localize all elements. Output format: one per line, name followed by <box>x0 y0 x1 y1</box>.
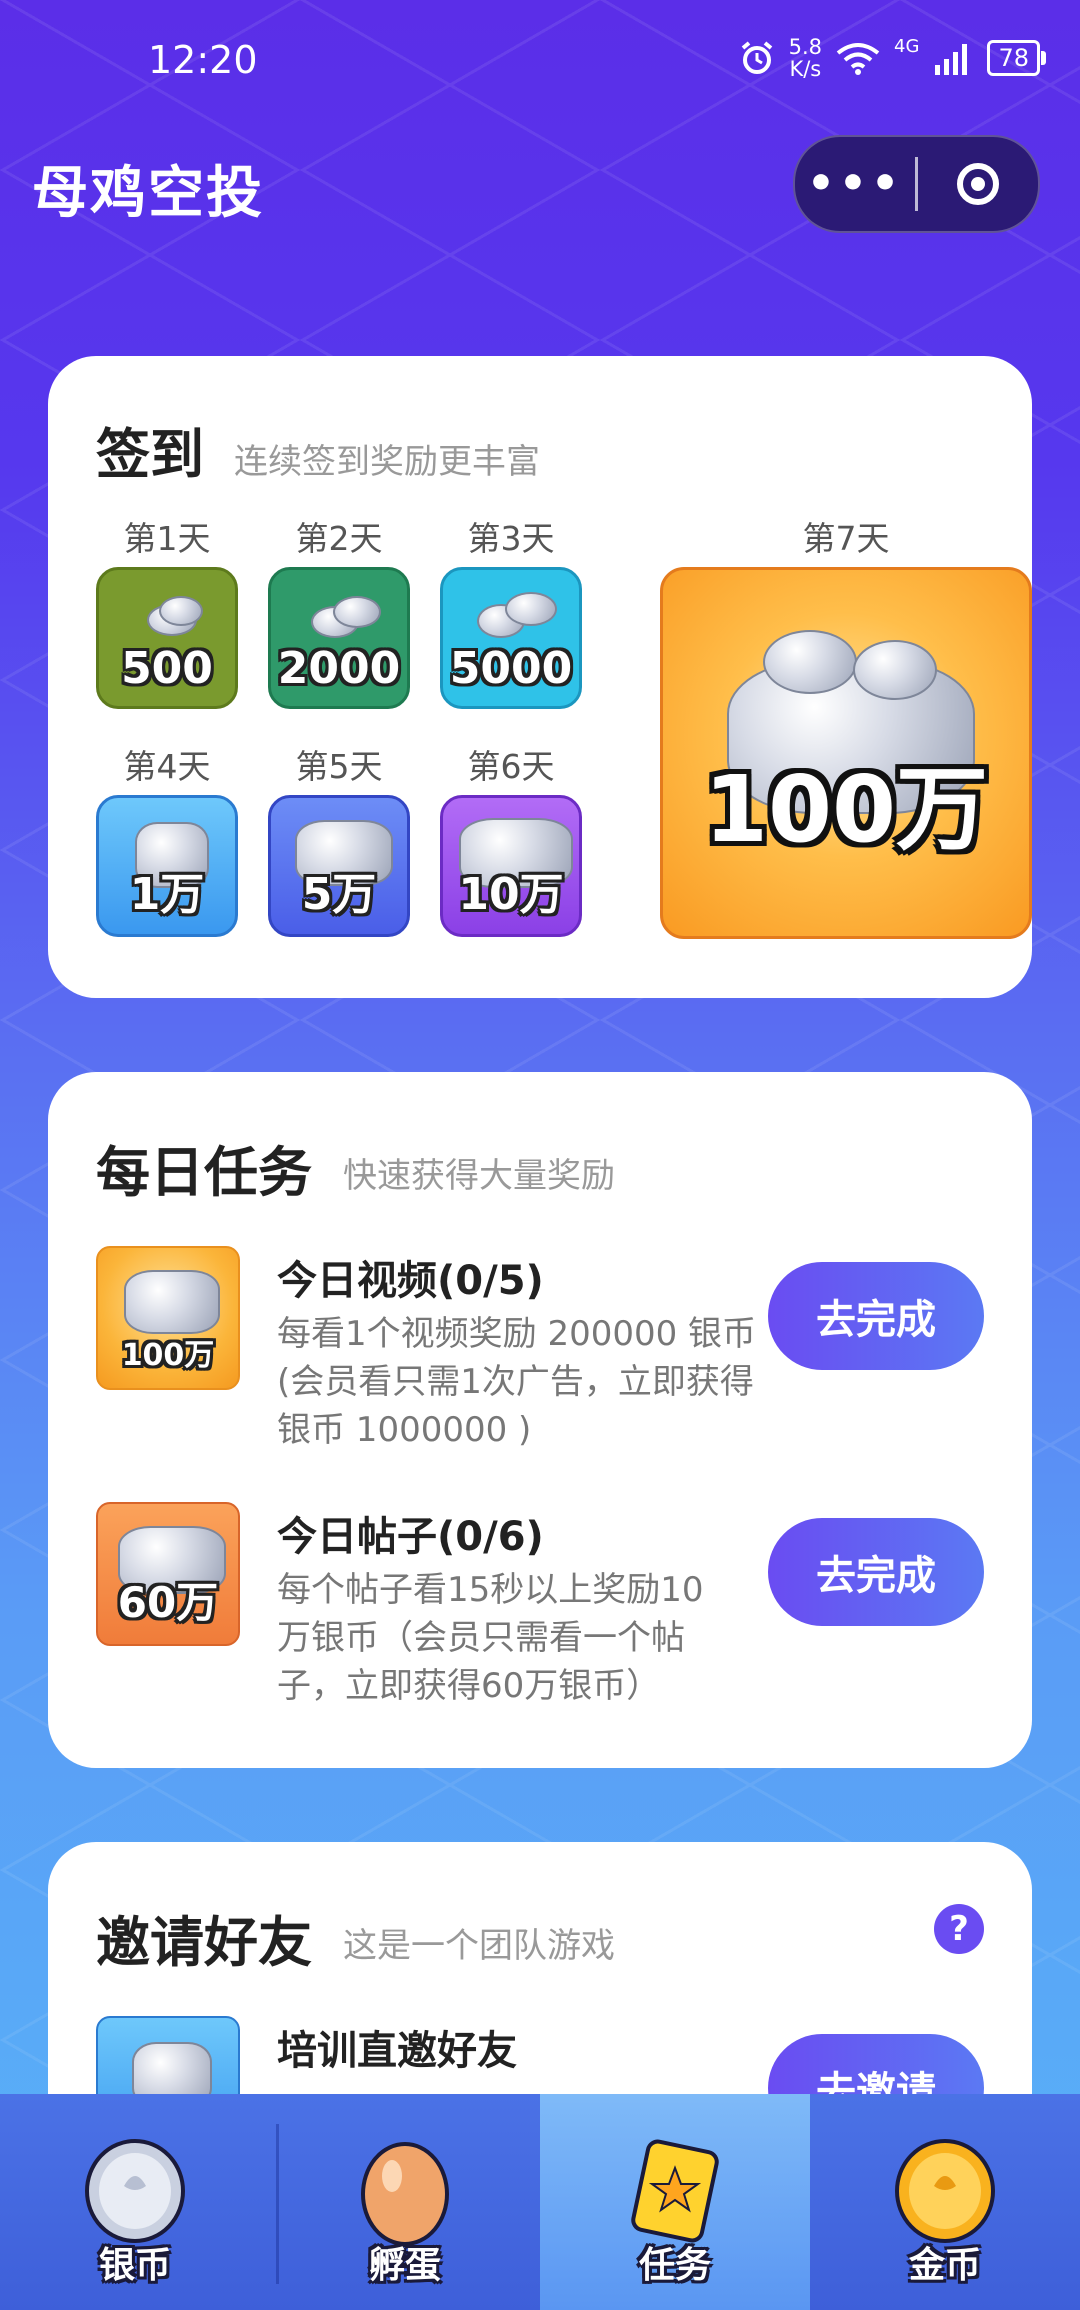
task-thumb-amount: 60万 <box>117 1578 219 1627</box>
task-thumb-amount: 100万 <box>121 1338 215 1373</box>
day-1-reward-tile[interactable]: 500 <box>96 567 238 709</box>
nav-separator <box>276 2124 279 2284</box>
reward-amount: 500 <box>121 643 213 694</box>
silver-coin-icon <box>85 2139 185 2243</box>
daily-tasks-title: 每日任务 <box>96 1141 312 1204</box>
day-label: 第1天 <box>123 519 211 558</box>
day-2-reward-tile[interactable]: 2000 <box>268 567 410 709</box>
status-bar: 12:20 5.8 K/s 4G 78 <box>0 0 1080 120</box>
day-4-reward-tile[interactable]: 1万 <box>96 795 238 937</box>
complete-task-button[interactable]: 去完成 <box>768 1518 984 1626</box>
reward-amount: 10万 <box>458 869 564 920</box>
help-icon[interactable]: ? <box>934 1904 984 1954</box>
nav-item-gold-coin[interactable]: 金币 <box>810 2094 1080 2310</box>
task-description: 每个帖子看15秒以上奖励10万银币（会员只需看一个帖子，立即获得60万银币） <box>277 1570 704 1706</box>
signin-subtitle: 连续签到奖励更丰富 <box>234 442 540 482</box>
daily-tasks-subtitle: 快速获得大量奖励 <box>343 1156 615 1196</box>
signal-icon <box>935 44 968 75</box>
day-label: 第5天 <box>295 747 383 786</box>
invite-item-title: 培训直邀好友 <box>277 2028 517 2074</box>
net-speed-unit: K/s <box>789 57 822 81</box>
nav-item-tasks[interactable]: 任务 <box>540 2094 810 2310</box>
daily-tasks-card: 每日任务 快速获得大量奖励 100万 今日视频(0/5) 每看1个视频奖励 20… <box>48 1072 1032 1768</box>
task-thumbnail: 60万 <box>96 1502 240 1646</box>
task-title: 今日视频(0/5) <box>277 1258 544 1304</box>
nav-item-hatch[interactable]: 孵蛋 <box>270 2094 540 2310</box>
close-button[interactable] <box>918 163 1038 205</box>
day-label: 第7天 <box>802 519 890 558</box>
nav-item-silver-coin[interactable]: 银币 <box>0 2094 270 2310</box>
egg-icon <box>361 2142 449 2246</box>
reward-amount: 1万 <box>129 869 205 920</box>
nav-label: 银币 <box>98 2245 171 2286</box>
day-7-reward-tile[interactable]: 100万 <box>660 567 1032 939</box>
day-label: 第2天 <box>295 519 383 558</box>
signin-title: 签到 <box>96 423 204 486</box>
gold-coin-icon <box>895 2139 995 2243</box>
nav-label: 孵蛋 <box>368 2245 441 2286</box>
reward-amount: 5万 <box>301 869 377 920</box>
status-time: 12:20 <box>148 38 258 82</box>
complete-task-button[interactable]: 去完成 <box>768 1262 984 1370</box>
reward-amount: 5000 <box>449 643 573 694</box>
day-label: 第4天 <box>123 747 211 786</box>
day-5-reward-tile[interactable]: 5万 <box>268 795 410 937</box>
network-type: 4G <box>894 36 920 57</box>
bottom-nav: 银币 孵蛋 任务 金币 <box>0 2094 1080 2310</box>
alarm-icon <box>741 41 772 74</box>
battery-indicator: 78 <box>987 40 1046 76</box>
task-description: 每看1个视频奖励 200000 银币(会员看只需1次广告，立即获得银币 1000… <box>277 1314 757 1450</box>
task-thumbnail: 100万 <box>96 1246 240 1390</box>
task-ticket-icon <box>631 2139 719 2243</box>
day-6-reward-tile[interactable]: 10万 <box>440 795 582 937</box>
day-3-reward-tile[interactable]: 5000 <box>440 567 582 709</box>
day-label: 第3天 <box>467 519 555 558</box>
invite-title: 邀请好友 <box>96 1911 312 1974</box>
invite-subtitle: 这是一个团队游戏 <box>343 1926 615 1966</box>
reward-amount: 100万 <box>703 756 989 863</box>
status-icons: 5.8 K/s 4G 78 <box>739 36 1046 80</box>
target-icon <box>957 163 999 205</box>
net-speed: 5.8 K/s <box>789 36 822 80</box>
task-title: 今日帖子(0/6) <box>277 1514 544 1560</box>
more-button[interactable]: ••• <box>795 137 915 231</box>
app-title: 母鸡空投 <box>32 161 264 226</box>
wifi-icon <box>836 43 880 75</box>
nav-label: 金币 <box>908 2245 981 2286</box>
mini-program-capsule: ••• <box>793 135 1040 233</box>
net-speed-value: 5.8 <box>788 35 823 59</box>
signin-card: 签到 连续签到奖励更丰富 第1天 第2天 第3天 第7天 500 2000 50… <box>48 356 1032 998</box>
nav-label: 任务 <box>638 2245 711 2286</box>
day-label: 第6天 <box>467 747 555 786</box>
reward-amount: 2000 <box>277 643 401 694</box>
